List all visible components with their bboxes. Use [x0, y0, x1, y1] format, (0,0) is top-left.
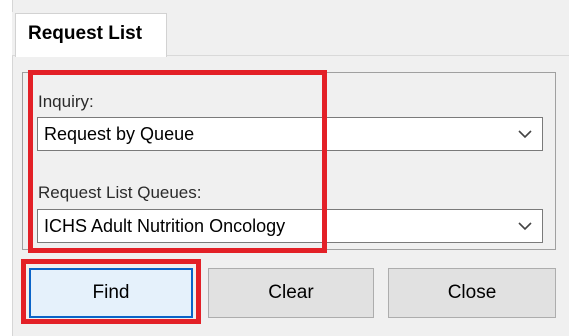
- queues-label: Request List Queues:: [38, 183, 202, 202]
- tab-label: Request List: [28, 23, 143, 44]
- find-label: Find: [92, 282, 130, 303]
- chevron-down-icon[interactable]: [516, 217, 534, 235]
- chevron-down-icon[interactable]: [516, 125, 534, 143]
- inquiry-value: Request by Queue: [44, 124, 195, 144]
- clear-label: Clear: [268, 282, 314, 303]
- queues-select[interactable]: ICHS Adult Nutrition Oncology: [37, 209, 543, 243]
- inquiry-select[interactable]: Request by Queue: [37, 117, 543, 151]
- close-label: Close: [447, 282, 497, 303]
- close-button[interactable]: Close: [388, 268, 556, 318]
- inquiry-label: Inquiry:: [38, 92, 94, 111]
- queues-value: ICHS Adult Nutrition Oncology: [44, 216, 286, 236]
- tab-request-list[interactable]: Request List: [15, 13, 167, 57]
- find-button[interactable]: Find: [29, 268, 193, 318]
- clear-button[interactable]: Clear: [208, 268, 374, 318]
